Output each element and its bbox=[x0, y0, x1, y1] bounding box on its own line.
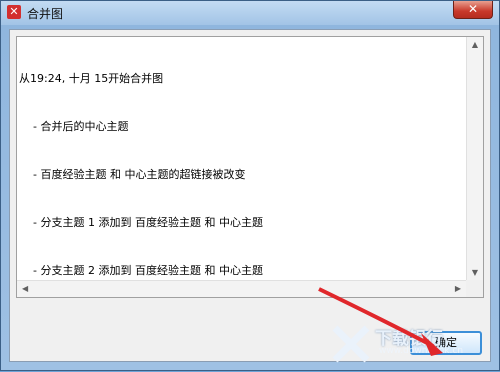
log-header: 从19:24, 十月 15开始合并图 bbox=[19, 72, 164, 85]
merge-dialog-window: ✕ 合并图 ✕ 从19:24, 十月 15开始合并图 - 合并后的中心主题 - … bbox=[0, 0, 500, 371]
log-line: - 百度经验主题 和 中心主题的超链接被改变 bbox=[33, 168, 246, 181]
close-button[interactable]: ✕ bbox=[453, 1, 493, 19]
scroll-down-icon[interactable]: ▼ bbox=[472, 268, 478, 277]
scrollbar-corner bbox=[466, 280, 483, 297]
window-title: 合并图 bbox=[27, 7, 64, 21]
watermark-url: www.downbank.cn bbox=[379, 346, 464, 356]
log-line: - 分支主题 2 添加到 百度经验主题 和 中心主题 bbox=[33, 264, 263, 277]
watermark-logo-icon bbox=[332, 325, 370, 363]
scroll-up-icon[interactable]: ▲ bbox=[472, 40, 478, 49]
merge-log-text: 从19:24, 十月 15开始合并图 - 合并后的中心主题 - 百度经验主题 和… bbox=[19, 39, 465, 311]
dialog-body: 从19:24, 十月 15开始合并图 - 合并后的中心主题 - 百度经验主题 和… bbox=[9, 29, 491, 362]
scroll-left-icon[interactable]: ◀ bbox=[22, 284, 28, 293]
log-line: - 分支主题 1 添加到 百度经验主题 和 中心主题 bbox=[33, 216, 263, 229]
title-bar[interactable]: ✕ 合并图 ✕ bbox=[1, 1, 499, 25]
horizontal-scrollbar[interactable]: ◀ ▶ bbox=[17, 280, 466, 297]
watermark: 下载银行 www.downbank.cn bbox=[331, 322, 491, 366]
xmind-icon: ✕ bbox=[7, 5, 21, 19]
scroll-right-icon[interactable]: ▶ bbox=[455, 284, 461, 293]
log-line: - 合并后的中心主题 bbox=[33, 120, 129, 133]
merge-log-textarea[interactable]: 从19:24, 十月 15开始合并图 - 合并后的中心主题 - 百度经验主题 和… bbox=[16, 36, 484, 298]
vertical-scrollbar[interactable]: ▲ ▼ bbox=[466, 37, 483, 280]
